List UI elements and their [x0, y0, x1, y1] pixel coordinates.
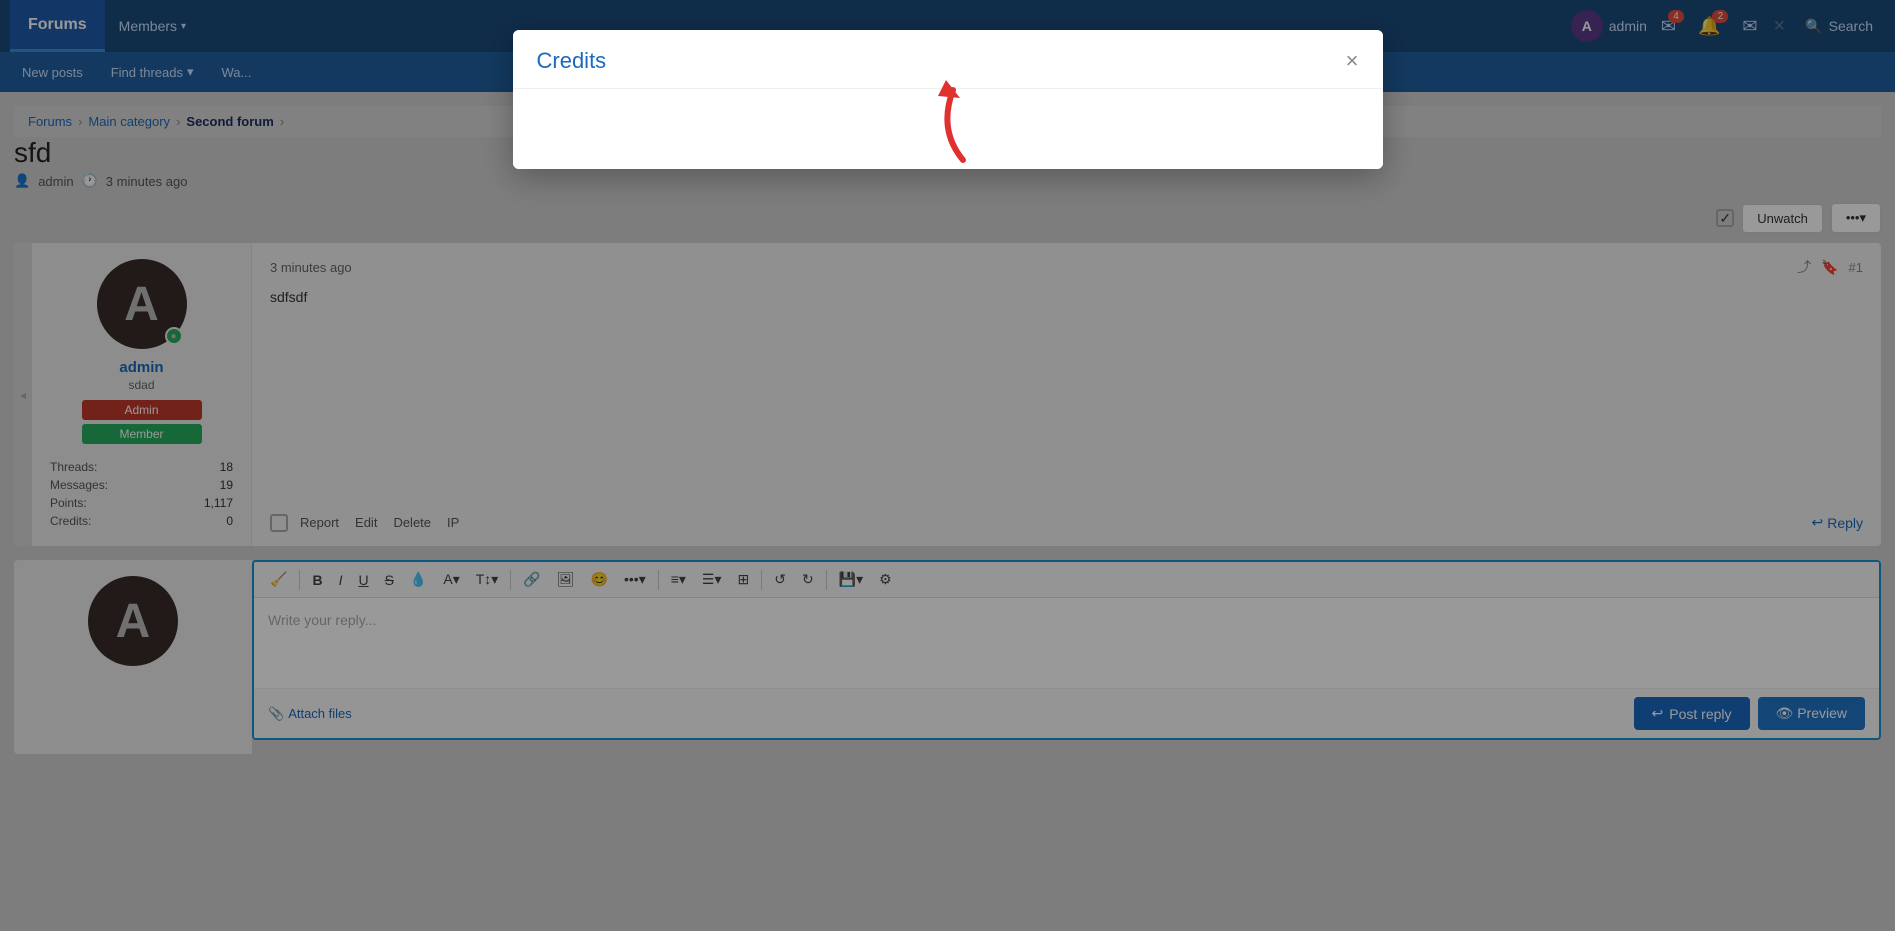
modal-title: Credits [537, 48, 607, 74]
modal-close-button[interactable]: × [1346, 50, 1359, 72]
modal-overlay[interactable]: Credits × [0, 0, 1895, 931]
credits-modal: Credits × [513, 30, 1383, 169]
modal-header: Credits × [513, 30, 1383, 89]
modal-body [513, 89, 1383, 169]
